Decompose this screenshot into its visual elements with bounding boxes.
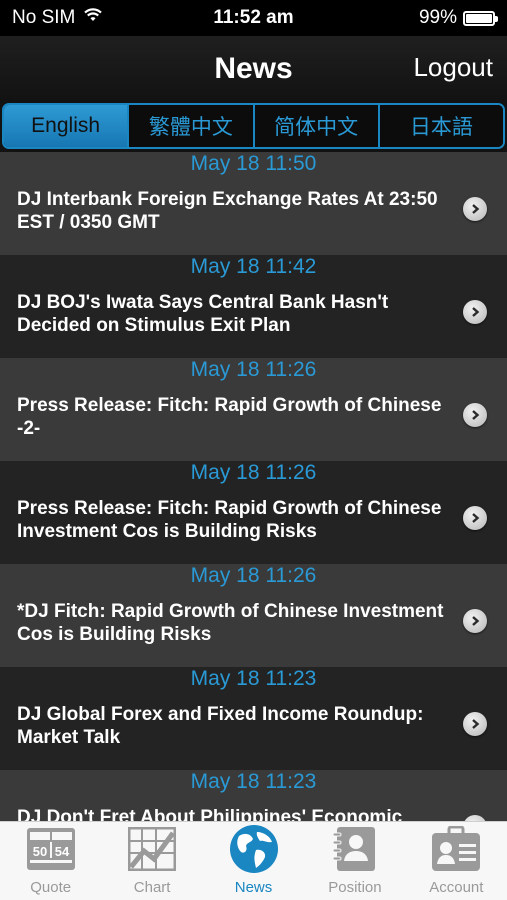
quote-board-icon: 50 54 [25, 825, 77, 873]
language-selector: English 繁體中文 简体中文 日本語 [2, 103, 505, 149]
logout-button[interactable]: Logout [413, 52, 493, 83]
globe-icon [228, 825, 280, 873]
news-headline: DJ BOJ's Iwata Says Central Bank Hasn't … [17, 292, 389, 336]
status-time: 11:52 am [213, 7, 294, 28]
chevron-right-icon[interactable] [463, 403, 487, 427]
chevron-right-icon[interactable] [463, 300, 487, 324]
svg-text:50: 50 [32, 844, 46, 859]
news-list[interactable]: May 18 11:50 DJ Interbank Foreign Exchan… [0, 152, 507, 821]
tab-label: Position [328, 879, 382, 896]
news-time: May 18 11:42 [190, 255, 317, 278]
news-headline: DJ Don't Fret About Philippines' Economi… [17, 807, 403, 821]
news-item[interactable]: May 18 11:26 Press Release: Fitch: Rapid… [0, 461, 507, 564]
chevron-right-icon[interactable] [463, 609, 487, 633]
account-id-card-icon [430, 825, 482, 873]
tab-chart[interactable]: Chart [101, 822, 202, 900]
chevron-right-icon[interactable] [463, 506, 487, 530]
tab-label: Quote [30, 879, 72, 896]
tab-quote[interactable]: 50 54 Quote [0, 822, 101, 900]
position-notebook-icon [329, 825, 381, 873]
news-time: May 18 11:23 [190, 667, 317, 690]
tab-account[interactable]: Account [406, 822, 507, 900]
news-time: May 18 11:26 [190, 461, 317, 484]
battery-icon [463, 10, 498, 26]
news-item[interactable]: May 18 11:50 DJ Interbank Foreign Exchan… [0, 152, 507, 255]
tab-label: News [234, 879, 273, 896]
news-time: May 18 11:26 [190, 358, 317, 381]
news-time: May 18 11:26 [190, 564, 317, 587]
language-selector-wrap: English 繁體中文 简体中文 日本語 [0, 102, 507, 152]
status-bar: No SIM 11:52 am 99% [0, 0, 507, 36]
chevron-right-icon[interactable] [463, 712, 487, 736]
tab-position[interactable]: Position [304, 822, 405, 900]
tab-bar: 50 54 Quote Chart News Position Account [0, 821, 507, 900]
news-headline: Press Release: Fitch: Rapid Growth of Ch… [17, 395, 442, 439]
news-item[interactable]: May 18 11:23 DJ Don't Fret About Philipp… [0, 770, 507, 821]
language-tab-japanese[interactable]: 日本語 [377, 105, 503, 147]
battery-fill [466, 13, 492, 23]
news-headline: DJ Global Forex and Fixed Income Roundup… [17, 704, 424, 748]
news-item[interactable]: May 18 11:42 DJ BOJ's Iwata Says Central… [0, 255, 507, 358]
tab-label: Chart [133, 879, 171, 896]
news-item[interactable]: May 18 11:23 DJ Global Forex and Fixed I… [0, 667, 507, 770]
news-headline: DJ Interbank Foreign Exchange Rates At 2… [17, 189, 438, 233]
chevron-right-icon[interactable] [463, 197, 487, 221]
news-item[interactable]: May 18 11:26 Press Release: Fitch: Rapid… [0, 358, 507, 461]
page-title: News [214, 52, 293, 85]
svg-text:54: 54 [54, 844, 69, 859]
language-tab-simplified-chinese[interactable]: 简体中文 [252, 105, 378, 147]
news-item[interactable]: May 18 11:26 *DJ Fitch: Rapid Growth of … [0, 564, 507, 667]
nav-bar: News Logout [0, 36, 507, 102]
news-time: May 18 11:50 [190, 152, 317, 175]
language-tab-traditional-chinese[interactable]: 繁體中文 [127, 105, 253, 147]
tab-label: Account [429, 879, 484, 896]
news-headline: *DJ Fitch: Rapid Growth of Chinese Inves… [17, 601, 444, 645]
language-tab-english[interactable]: English [4, 105, 128, 147]
news-time: May 18 11:23 [190, 770, 317, 793]
news-headline: Press Release: Fitch: Rapid Growth of Ch… [17, 498, 442, 542]
tab-news[interactable]: News [203, 822, 304, 900]
chart-icon [126, 825, 178, 873]
